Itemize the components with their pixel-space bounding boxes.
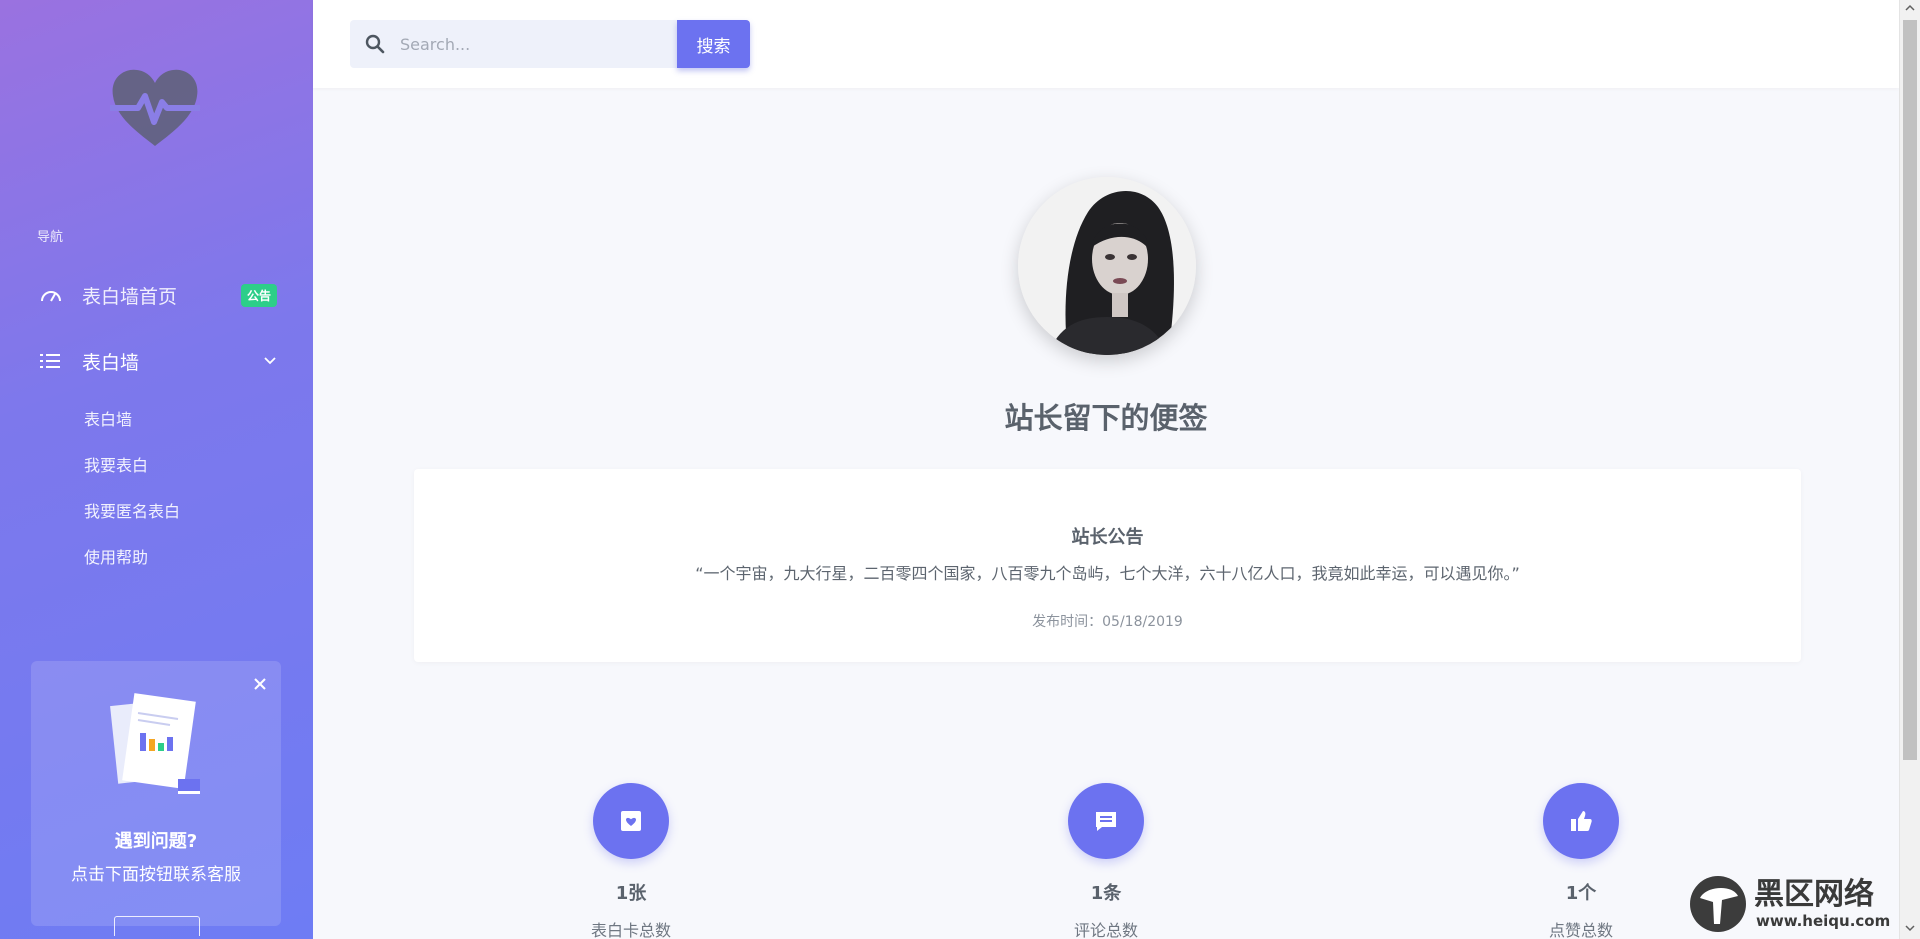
help-card-subtitle: 点击下面按钮联系客服	[71, 865, 241, 885]
stat-value: 1条	[1090, 883, 1122, 904]
announcement-card: 站长公告 “一个宇宙，九大行星，二百零四个国家，八百零九个岛屿，七个大洋，六十八…	[414, 469, 1801, 662]
watermark-url: www.heiqu.com	[1756, 912, 1890, 930]
search-icon	[365, 34, 385, 54]
stat-label: 评论总数	[1073, 921, 1138, 939]
main-content: 搜索 站长留下的便签 站长公告 “一个宇宙，九大行星，二百零四个国家，八百零九个…	[313, 0, 1920, 939]
dashboard-gauge-icon	[40, 285, 64, 305]
card-heart-icon	[593, 783, 669, 859]
vertical-scrollbar[interactable]	[1899, 0, 1920, 939]
help-card: 遇到问题? 点击下面按钮联系客服	[31, 661, 281, 936]
watermark-text: 黑区网络	[1754, 877, 1874, 912]
announcement-title: 站长公告	[1071, 527, 1144, 548]
contact-support-button[interactable]	[114, 916, 200, 936]
page-title: 站长留下的便签	[1004, 401, 1208, 435]
stat-value: 1张	[615, 883, 647, 904]
announcement-badge: 公告	[240, 283, 277, 307]
avatar-portrait-image	[1018, 177, 1196, 355]
sidebar-item-wall[interactable]: 表白墙	[40, 343, 277, 379]
sidebar-subitem-confess[interactable]: 我要表白	[84, 452, 148, 476]
thumbs-up-icon	[1543, 783, 1619, 859]
sidebar-subitem-anonymous-confess[interactable]: 我要匿名表白	[84, 498, 180, 522]
stat-label: 点赞总数	[1548, 921, 1613, 939]
documents-chart-illustration-icon	[110, 693, 200, 794]
nav-heading: 导航	[37, 230, 64, 245]
comment-icon	[1068, 783, 1144, 859]
search-input[interactable]	[400, 34, 660, 54]
search-box	[350, 20, 678, 68]
announcement-quote: “一个宇宙，九大行星，二百零四个国家，八百零九个岛屿，七个大洋，六十八亿人口，我…	[695, 564, 1520, 583]
scrollbar-thumb[interactable]	[1903, 20, 1917, 760]
sidebar: 导航 表白墙首页 公告 表白墙 表白墙 我要表白 我要匿名表白 使用帮助 遇到问…	[0, 0, 313, 939]
close-icon[interactable]	[253, 677, 267, 691]
help-card-title: 遇到问题?	[114, 831, 198, 852]
sidebar-item-label: 表白墙首页	[82, 285, 178, 308]
scroll-up-arrow-icon[interactable]	[1904, 2, 1916, 14]
announcement-publish-time: 发布时间：05/18/2019	[1032, 614, 1183, 630]
chevron-down-icon	[264, 357, 276, 365]
stat-card-count: 1张 表白卡总数	[531, 783, 731, 939]
stat-comment-count: 1条 评论总数	[1006, 783, 1206, 939]
sidebar-item-label: 表白墙	[82, 351, 140, 374]
stat-value: 1个	[1565, 883, 1597, 904]
heartbeat-logo-icon[interactable]	[110, 68, 200, 148]
sidebar-subitem-help[interactable]: 使用帮助	[84, 544, 148, 568]
site-watermark-logo: 黑区网络 www.heiqu.com	[1690, 876, 1890, 932]
search-button[interactable]: 搜索	[677, 20, 750, 68]
avatar	[1018, 177, 1196, 355]
app-root: 导航 表白墙首页 公告 表白墙 表白墙 我要表白 我要匿名表白 使用帮助 遇到问…	[0, 0, 1920, 939]
list-icon	[40, 351, 64, 371]
stat-like-count: 1个 点赞总数	[1481, 783, 1681, 939]
sidebar-subitem-wall[interactable]: 表白墙	[84, 406, 132, 430]
topbar: 搜索	[313, 0, 1899, 88]
sidebar-item-home[interactable]: 表白墙首页 公告	[40, 277, 277, 313]
stat-label: 表白卡总数	[590, 921, 671, 939]
